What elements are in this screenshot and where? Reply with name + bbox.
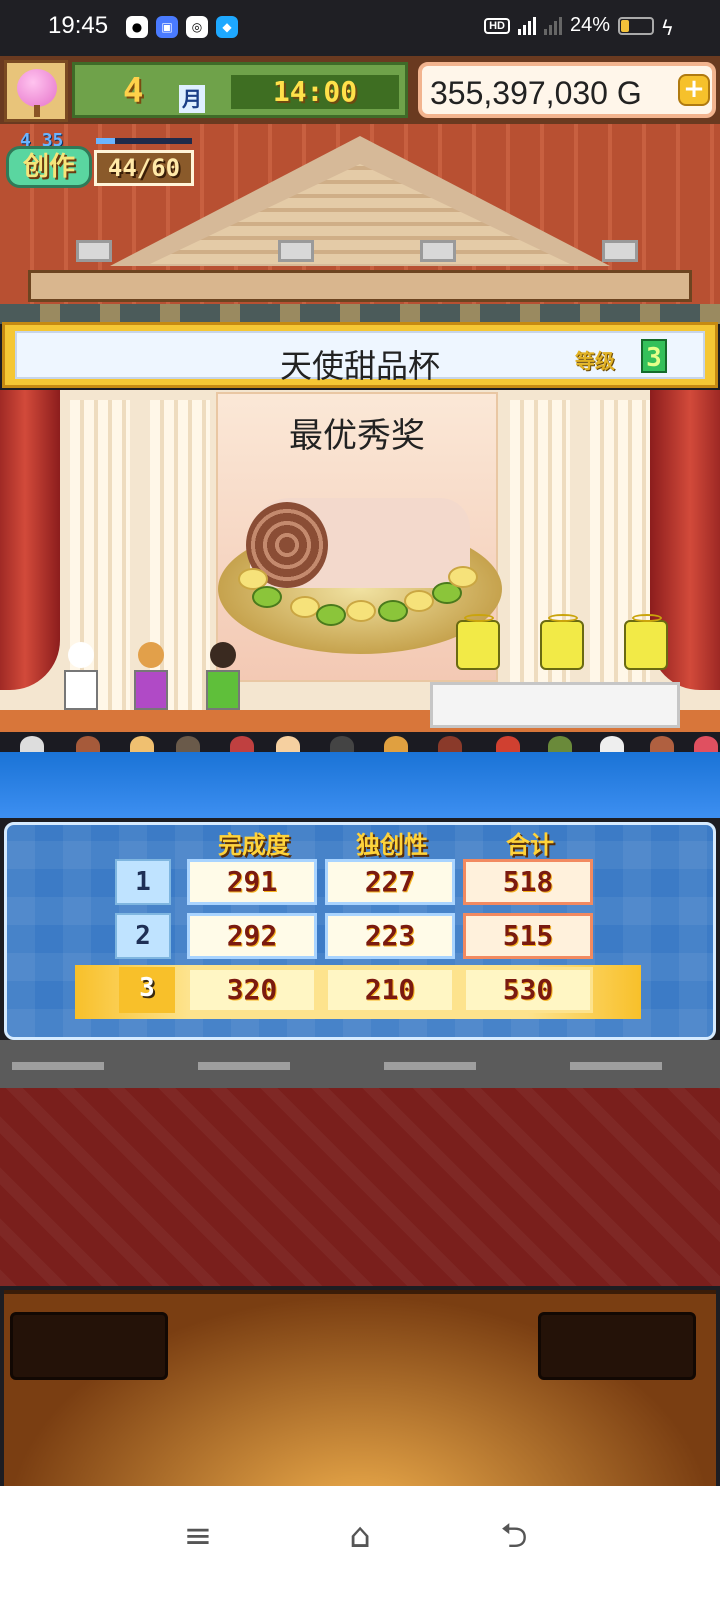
- system-indicators: HD 24%: [484, 14, 654, 37]
- swirl-app-icon: ◎: [186, 16, 208, 38]
- battery-icon: [618, 16, 654, 35]
- rank-1: 1: [115, 859, 171, 905]
- completion-score: 320: [187, 967, 317, 1013]
- angel-judge: [540, 614, 584, 670]
- skill-progress-bar: [96, 138, 192, 144]
- angel-judge: [624, 614, 668, 670]
- judge-table: [430, 682, 680, 728]
- calendar-app-icon: ▣: [156, 16, 178, 38]
- charging-icon: ϟ: [660, 16, 674, 40]
- battery-percent: 24%: [569, 14, 610, 36]
- grade-value: 3: [641, 339, 667, 373]
- staff-character: [130, 642, 170, 720]
- notification-icons: ● ▣ ◎ ◆: [126, 16, 238, 38]
- top-hud: 4 月 14:00 355,397,030 G +: [0, 56, 720, 124]
- system-nav-bar: ≡ ⌂ ⮌: [0, 1486, 720, 1600]
- gold-display: 355,397,030 G +: [418, 62, 716, 118]
- results-table: 完成度 独创性 合计 1 291 227 518 2 292 223 515 3…: [4, 822, 716, 1040]
- banana-slice: [404, 590, 434, 612]
- window: [278, 240, 314, 262]
- total-score: 530: [463, 967, 593, 1013]
- chef-character: [60, 642, 100, 720]
- red-carpet: [0, 1088, 720, 1286]
- counter-slot: [10, 1312, 168, 1380]
- column-header-total: 合计: [506, 831, 554, 859]
- game-clock: 14:00: [231, 75, 399, 109]
- skill-value: 44/60: [94, 150, 194, 186]
- angel-judge: [456, 614, 500, 670]
- results-header-strip: [0, 752, 720, 818]
- month-number: 4: [123, 71, 144, 111]
- shop-counter: [4, 1290, 716, 1486]
- window: [602, 240, 638, 262]
- completion-score: 291: [187, 859, 317, 905]
- originality-score: 223: [325, 913, 455, 959]
- contest-banner: 天使甜品杯 等级 3: [2, 322, 718, 388]
- completion-score: 292: [187, 913, 317, 959]
- ledge: [28, 270, 692, 302]
- signal-5g-icon: [517, 16, 536, 35]
- originality-score: 227: [325, 859, 455, 905]
- staff-character: [202, 642, 242, 720]
- signal-icon: [543, 16, 562, 35]
- hd-icon: HD: [484, 17, 510, 34]
- back-icon[interactable]: ⮌: [490, 1514, 538, 1558]
- total-score: 515: [463, 913, 593, 959]
- road: [0, 1040, 720, 1088]
- originality-score: 210: [325, 967, 455, 1013]
- window: [420, 240, 456, 262]
- month-label: 月: [179, 85, 205, 113]
- banana-slice: [346, 600, 376, 622]
- date-display: 4 月 14:00: [72, 62, 408, 118]
- window: [76, 240, 112, 262]
- total-score: 518: [463, 859, 593, 905]
- counter-slot: [538, 1312, 696, 1380]
- home-icon[interactable]: ⌂: [336, 1514, 384, 1558]
- store-avatar-button[interactable]: [4, 60, 68, 122]
- qq-icon: ◆: [216, 16, 238, 38]
- kiwi-slice: [252, 586, 282, 608]
- rank-2: 2: [115, 913, 171, 959]
- grade-label: 等级: [575, 349, 615, 373]
- column-header-originality: 独创性: [356, 831, 428, 859]
- cat-app-icon: ●: [126, 16, 148, 38]
- column-header-completion: 完成度: [218, 831, 290, 859]
- rank-3: 3: [119, 967, 175, 1013]
- banana-slice: [448, 566, 478, 588]
- status-bar: 19:45 ● ▣ ◎ ◆ HD 24% ϟ: [0, 0, 720, 56]
- gold-amount: 355,397,030 G: [430, 75, 642, 111]
- kiwi-slice: [316, 604, 346, 626]
- award-title: 最优秀奖: [289, 416, 425, 456]
- status-time: 19:45: [48, 12, 109, 39]
- menu-icon[interactable]: ≡: [174, 1514, 222, 1558]
- curtain-left: [0, 390, 60, 690]
- add-gold-button[interactable]: +: [678, 74, 710, 106]
- award-stage: 最优秀奖: [0, 390, 720, 752]
- pink-tree-icon: [17, 69, 57, 107]
- skill-panel[interactable]: 4 35 创作 44/60: [6, 130, 196, 190]
- skill-label: 创作: [6, 146, 92, 188]
